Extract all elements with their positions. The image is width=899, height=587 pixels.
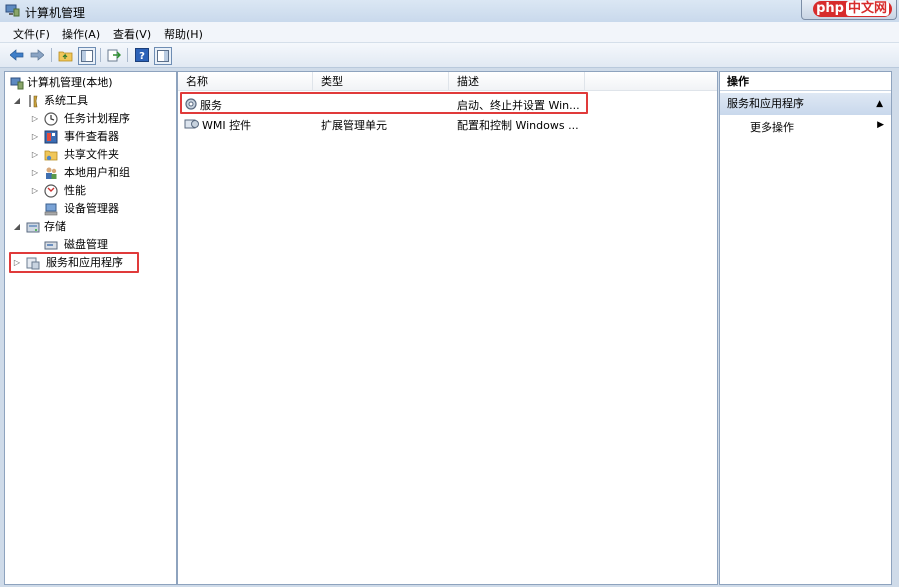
tree-label: 事件查看器 <box>64 130 119 143</box>
menu-help[interactable]: 帮助(H) <box>164 26 203 42</box>
tree-item-device-manager[interactable]: 设备管理器 <box>5 200 174 218</box>
title-bar: 计算机管理 php 中文网 <box>0 0 899 22</box>
actions-section-label: 服务和应用程序 <box>727 97 804 110</box>
watermark-logo: php 中文网 <box>813 1 892 17</box>
window-title: 计算机管理 <box>25 6 86 20</box>
toolbar-separator <box>100 48 101 62</box>
event-log-icon <box>44 130 58 144</box>
more-actions-item[interactable]: 更多操作 <box>750 119 794 135</box>
actions-header: 操作 <box>720 72 891 91</box>
expand-closed-icon[interactable]: ▷ <box>30 128 40 146</box>
cell-name: WMI 控件 <box>202 119 252 132</box>
results-list[interactable]: 名称 类型 描述 服务 启动、终止并设置 Win... WMI 控件 扩展管理单… <box>177 71 718 585</box>
computer-management-icon <box>10 77 24 90</box>
folder-up-icon[interactable] <box>57 47 73 63</box>
console-tree[interactable]: 计算机管理(本地) ◢ 系统工具 ▷ 任务计划程序 ▷ 事件查看器 ▷ 共享文件… <box>4 71 177 585</box>
users-icon <box>46 167 57 179</box>
performance-gauge-icon <box>44 184 58 198</box>
tree-label: 计算机管理(本地) <box>27 76 113 89</box>
wmi-control-icon <box>184 119 199 129</box>
tree-label: 性能 <box>64 184 86 197</box>
expand-closed-icon[interactable]: ▷ <box>30 164 40 182</box>
more-actions-label: 更多操作 <box>750 121 794 134</box>
menu-bar: 文件(F) 操作(A) 查看(V) 帮助(H) <box>0 22 899 43</box>
cell-type: 扩展管理单元 <box>321 119 387 132</box>
column-header-description[interactable]: 描述 <box>449 72 585 91</box>
cell-description: 配置和控制 Windows ... <box>457 119 579 132</box>
device-manager-icon <box>44 203 58 216</box>
tree-item-storage[interactable]: ◢ 存储 <box>5 218 174 236</box>
window-controls[interactable]: php 中文网 <box>801 0 897 20</box>
export-list-icon[interactable] <box>106 47 122 63</box>
expand-open-icon[interactable]: ◢ <box>12 218 22 236</box>
expand-open-icon[interactable]: ◢ <box>12 92 22 110</box>
collapse-arrow-icon[interactable]: ▲ <box>876 93 883 115</box>
tree-label: 任务计划程序 <box>64 112 130 125</box>
tree-item-system-tools[interactable]: ◢ 系统工具 <box>5 92 174 110</box>
toolbar: ? <box>0 43 899 68</box>
menu-action[interactable]: 操作(A) <box>62 26 100 42</box>
tree-label: 共享文件夹 <box>64 148 119 161</box>
toolbar-separator <box>127 48 128 62</box>
svg-text:?: ? <box>139 51 145 62</box>
watermark-cn: 中文网 <box>845 1 889 16</box>
disk-icon <box>44 241 58 250</box>
highlight-box-list <box>180 92 588 114</box>
submenu-arrow-icon[interactable]: ▶ <box>877 120 884 130</box>
shared-folder-icon <box>44 150 58 161</box>
column-header-empty <box>585 72 717 91</box>
column-header-type[interactable]: 类型 <box>313 72 449 91</box>
tree-item-shared-folders[interactable]: ▷ 共享文件夹 <box>5 146 174 164</box>
tree-label: 系统工具 <box>44 94 88 107</box>
tree-item-root[interactable]: 计算机管理(本地) <box>5 74 174 92</box>
tree-item-event-viewer[interactable]: ▷ 事件查看器 <box>5 128 174 146</box>
actions-section-services-apps[interactable]: 服务和应用程序 ▲ <box>720 93 891 115</box>
column-header-name[interactable]: 名称 <box>178 72 313 91</box>
actions-pane: 操作 服务和应用程序 ▲ 更多操作 ▶ <box>719 71 892 585</box>
forward-arrow-icon[interactable] <box>29 47 45 63</box>
watermark-php: php <box>816 1 844 16</box>
tree-label: 本地用户和组 <box>64 166 130 179</box>
expand-closed-icon[interactable]: ▷ <box>30 182 40 200</box>
storage-icon <box>26 222 40 233</box>
tree-item-task-scheduler[interactable]: ▷ 任务计划程序 <box>5 110 174 128</box>
tools-icon <box>29 95 38 108</box>
list-row-wmi[interactable]: WMI 控件 扩展管理单元 配置和控制 Windows ... <box>178 114 717 134</box>
back-arrow-icon[interactable] <box>9 47 25 63</box>
computer-management-icon <box>5 4 20 17</box>
toolbar-separator <box>51 48 52 62</box>
properties-pane-icon[interactable] <box>154 47 172 65</box>
expand-closed-icon[interactable]: ▷ <box>30 110 40 128</box>
tree-label: 存储 <box>44 220 66 233</box>
highlight-box-tree <box>9 252 139 273</box>
tree-item-performance[interactable]: ▷ 性能 <box>5 182 174 200</box>
menu-file[interactable]: 文件(F) <box>13 26 50 42</box>
clock-icon <box>44 112 58 126</box>
console-tree-icon[interactable] <box>78 47 96 65</box>
tree-label: 设备管理器 <box>64 202 119 215</box>
menu-view[interactable]: 查看(V) <box>113 26 151 42</box>
expand-closed-icon[interactable]: ▷ <box>30 146 40 164</box>
help-icon[interactable]: ? <box>134 47 150 63</box>
tree-item-local-users[interactable]: ▷ 本地用户和组 <box>5 164 174 182</box>
